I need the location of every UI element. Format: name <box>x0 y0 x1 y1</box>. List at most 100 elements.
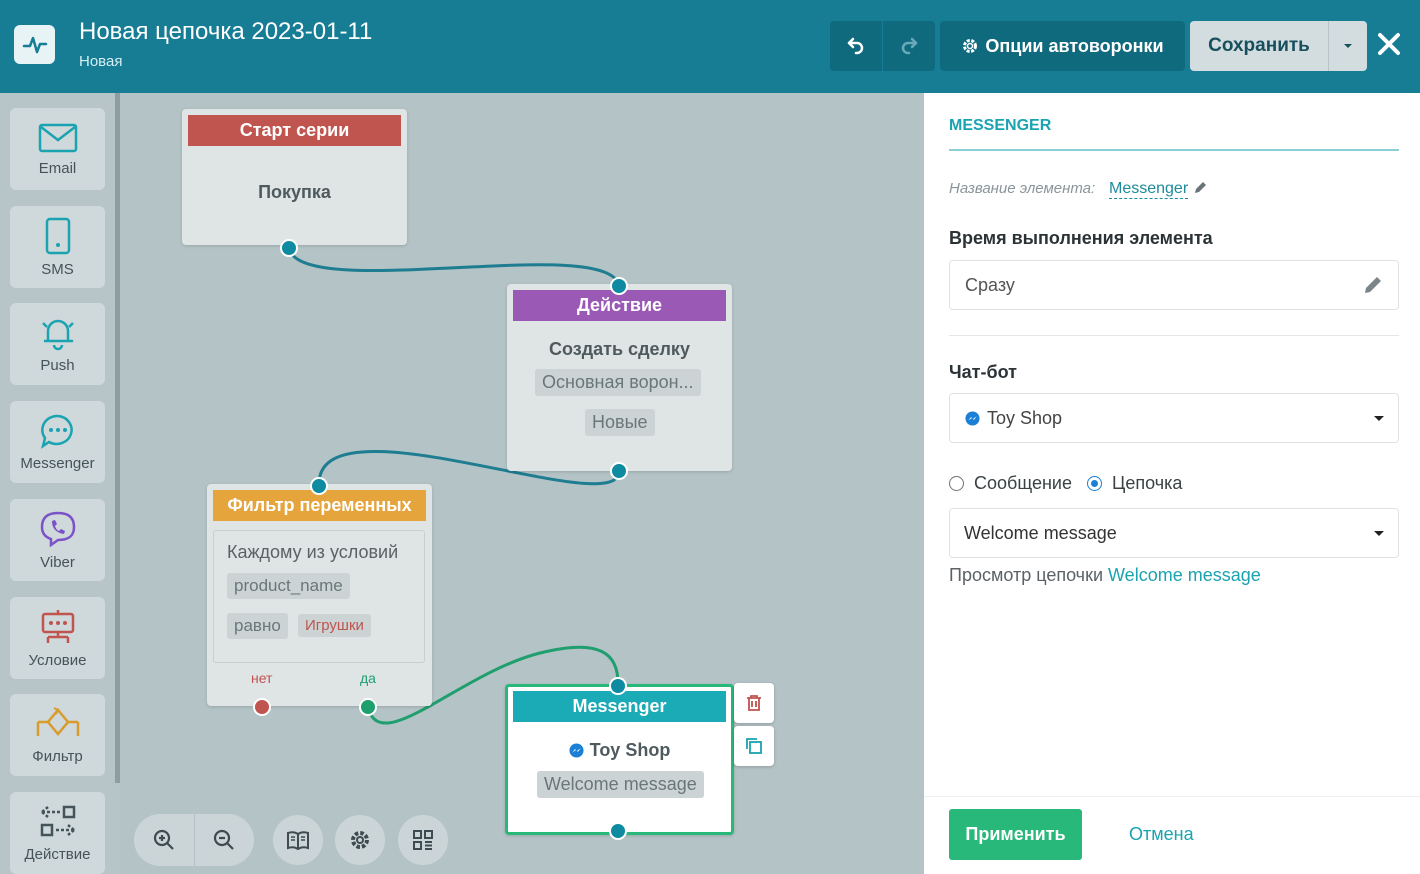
redo-button[interactable] <box>883 21 935 71</box>
grid-icon <box>413 830 433 850</box>
delete-node-button[interactable] <box>734 683 774 723</box>
redo-icon <box>901 37 918 55</box>
panel-footer: Применить Отмена <box>924 796 1420 874</box>
chevron-down-icon <box>1374 416 1384 421</box>
settings-button[interactable] <box>335 815 385 865</box>
radio-chain-circle[interactable] <box>1087 476 1102 491</box>
funnel-options-button[interactable]: Опции автоворонки <box>940 21 1185 71</box>
node-action-pipeline: Основная ворон... <box>535 369 701 396</box>
node-filter-no-port[interactable] <box>253 698 271 716</box>
toolbox-item-viber[interactable]: Viber <box>10 499 105 581</box>
node-filter-input-port[interactable] <box>310 477 328 495</box>
save-dropdown-button[interactable] <box>1328 21 1367 71</box>
toolbox-label: Push <box>40 356 75 374</box>
guide-button[interactable] <box>273 815 323 865</box>
layout-button[interactable] <box>398 815 448 865</box>
radio-message-label: Сообщение <box>974 473 1072 493</box>
viber-icon <box>40 511 75 547</box>
zoom-in-button[interactable] <box>134 814 194 866</box>
node-messenger[interactable]: Messenger Toy Shop Welcome message <box>505 684 734 835</box>
chatbot-select-value: Toy Shop <box>987 407 1063 428</box>
save-button[interactable]: Сохранить <box>1190 21 1328 71</box>
toolbox-item-push[interactable]: Push <box>10 303 105 385</box>
gear-icon <box>963 39 978 53</box>
node-filter-yes-port[interactable] <box>359 698 377 716</box>
zoom-out-button[interactable] <box>194 814 254 866</box>
toolbox-item-action[interactable]: Действие <box>10 792 105 874</box>
toolbox-label: Действие <box>24 845 91 863</box>
node-action-stage: Новые <box>585 409 655 436</box>
execution-time-label: Время выполнения элемента <box>949 228 1213 248</box>
panel-title-divider <box>949 149 1399 151</box>
chain-preview-link[interactable]: Welcome message <box>1108 565 1261 585</box>
condition-icon <box>41 609 74 643</box>
toolbox-sidebar: Email SMS Push Messenger Viber Условие Ф… <box>0 93 120 874</box>
page-title: Новая цепочка 2023-01-11 <box>79 18 373 45</box>
execution-time-field[interactable]: Сразу <box>949 260 1399 310</box>
chat-icon <box>40 414 73 449</box>
chatbot-label: Чат-бот <box>949 362 1017 382</box>
filter-operator: равно <box>227 613 288 639</box>
app-logo-icon[interactable] <box>14 25 55 64</box>
messenger-icon <box>965 410 980 426</box>
pencil-icon[interactable] <box>1363 275 1383 295</box>
toolbox-label: Viber <box>40 553 75 571</box>
close-button[interactable] <box>1372 27 1406 61</box>
node-messenger-input-port[interactable] <box>609 677 627 695</box>
node-start[interactable]: Старт серии Покупка <box>182 109 407 245</box>
node-start-output-port[interactable] <box>280 239 298 257</box>
toolbox-label: Условие <box>28 651 87 669</box>
panel-title: MESSENGER <box>949 117 1052 134</box>
toolbox-item-email[interactable]: Email <box>10 108 105 190</box>
duplicate-node-button[interactable] <box>734 726 774 766</box>
flow-canvas[interactable]: Старт серии Покупка Действие Создать сде… <box>120 93 924 874</box>
action-icon <box>40 805 75 836</box>
zoom-controls <box>134 814 254 866</box>
radio-message[interactable]: Сообщение <box>949 473 1072 494</box>
trash-icon <box>747 695 761 711</box>
toolbox-item-messenger[interactable]: Messenger <box>10 401 105 483</box>
node-action-input-port[interactable] <box>610 277 628 295</box>
toolbox-item-filter[interactable]: Фильтр <box>10 694 105 776</box>
radio-chain[interactable]: Цепочка <box>1087 473 1182 494</box>
execution-time-value: Сразу <box>965 274 1015 295</box>
chain-select[interactable]: Welcome message <box>949 508 1399 558</box>
chain-select-value: Welcome message <box>964 522 1117 543</box>
node-start-event: Покупка <box>258 182 331 202</box>
radio-chain-label: Цепочка <box>1112 473 1183 493</box>
node-messenger-chain: Welcome message <box>537 771 704 798</box>
filter-icon <box>36 706 79 736</box>
undo-icon <box>847 37 864 55</box>
messenger-icon <box>569 743 584 758</box>
radio-message-circle[interactable] <box>949 476 964 491</box>
gear-icon <box>351 831 369 849</box>
node-filter[interactable]: Фильтр переменных Каждому из условий pro… <box>207 484 432 706</box>
chevron-down-icon <box>1344 44 1352 48</box>
copy-icon <box>746 738 762 754</box>
toolbox-item-condition[interactable]: Условие <box>10 597 105 679</box>
toolbox-item-sms[interactable]: SMS <box>10 206 105 288</box>
element-name-link[interactable]: Messenger <box>1109 180 1189 199</box>
toolbox-label: Messenger <box>20 454 95 472</box>
phone-icon <box>45 217 70 254</box>
filter-value: Игрушки <box>298 614 371 637</box>
filter-variable: product_name <box>227 573 350 599</box>
status-label: Новая <box>79 53 123 70</box>
cancel-button[interactable]: Отмена <box>1129 824 1194 845</box>
header: Новая цепочка 2023-01-11 Новая Опции авт… <box>0 0 1420 93</box>
zoom-out-icon <box>214 829 235 850</box>
node-messenger-output-port[interactable] <box>609 822 627 840</box>
node-action[interactable]: Действие Создать сделку Основная ворон..… <box>507 284 732 471</box>
node-messenger-bot: Toy Shop <box>508 740 731 761</box>
zoom-in-icon <box>153 829 174 850</box>
chain-preview-text: Просмотр цепочки <box>949 565 1103 585</box>
pencil-icon[interactable] <box>1193 181 1207 195</box>
node-action-text: Создать сделку <box>549 339 690 359</box>
node-messenger-bot-name: Toy Shop <box>589 740 671 760</box>
undo-button[interactable] <box>830 21 882 71</box>
apply-button[interactable]: Применить <box>949 809 1082 860</box>
chatbot-select[interactable]: Toy Shop <box>949 393 1399 443</box>
node-action-output-port[interactable] <box>610 462 628 480</box>
toolbox-label: Фильтр <box>32 747 83 765</box>
filter-condition-box: Каждому из условий product_name равно Иг… <box>213 530 425 663</box>
